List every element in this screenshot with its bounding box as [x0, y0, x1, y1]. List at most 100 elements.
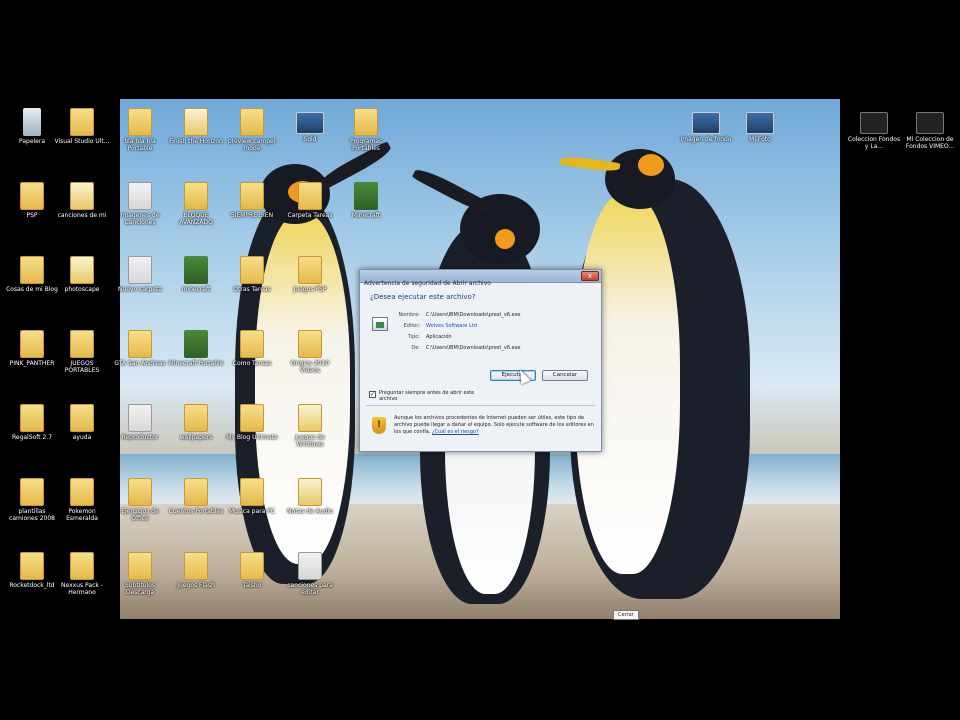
desktop-icon-subtitulos-descarga[interactable]: Subtitulos Descarga	[110, 548, 170, 608]
folder-icon	[70, 330, 94, 358]
folder-icon	[240, 256, 264, 284]
folder-doc-icon	[70, 256, 94, 284]
folder-icon	[240, 478, 264, 506]
desktop-icon-label: preview camper mode	[227, 138, 277, 152]
redico-icon	[128, 404, 152, 432]
desktop-icon-canciones-de-mi[interactable]: canciones de mi	[52, 178, 112, 238]
folder-icon	[240, 330, 264, 358]
desktop-icon-bloque-avanzado[interactable]: BLOQUE AVANZADO	[166, 178, 226, 238]
desktop-icon-label: Pokemon Esmeralda	[66, 508, 98, 522]
folder-doc-icon	[70, 182, 94, 210]
desktop-icon-sold[interactable]: Sold	[280, 108, 340, 168]
folder-icon	[128, 330, 152, 358]
always-ask-checkbox[interactable]: ✓	[369, 391, 376, 398]
desktop-icon-label: Coleccion Fondos y La...	[847, 136, 901, 150]
desktop-icon-visual-studio-ult[interactable]: Visual Studio Ult...	[52, 104, 112, 164]
folder-icon	[184, 182, 208, 210]
desktop-icon-otras-tareas[interactable]: Otras Tareas	[222, 252, 282, 312]
desktop-icon-label: Ejercicios de Office	[121, 508, 159, 522]
desktop-icon-juegos-de-windows[interactable]: Juegos de Windows	[280, 400, 340, 460]
desktop-icon-notas-de-audio[interactable]: Notas de Audio	[280, 474, 340, 534]
desktop-icon-gta-san-andreas[interactable]: GTA San Andreas	[110, 326, 170, 386]
redico-icon	[128, 256, 152, 284]
publisher-link[interactable]: Wolves Software Ltd	[426, 323, 477, 329]
dialog-title: Advertencia de seguridad de Abrir archiv…	[364, 280, 491, 287]
desktop-icon-nuevo-carpeta[interactable]: Nuevo carpeta	[110, 252, 170, 312]
desktop-icon-carpeta-tareas[interactable]: Carpeta Tareas	[280, 178, 340, 238]
desktop-icon-label: canciones para editar	[287, 582, 333, 596]
desktop-icon-label: Origins 2010 Videos	[290, 360, 330, 374]
dialog-row-publisher: Editor: Wolves Software Ltd	[403, 323, 477, 329]
folder-icon	[70, 108, 94, 136]
folder-icon	[184, 404, 208, 432]
dialog-separator	[366, 405, 595, 406]
desktop-icon-minecraft[interactable]: Minecraft	[336, 178, 396, 238]
security-warning-dialog[interactable]: Advertencia de seguridad de Abrir archiv…	[359, 269, 602, 452]
folder-icon	[20, 404, 44, 432]
close-icon[interactable]: x	[581, 271, 599, 281]
desktop-icon-label: Juegos PSP	[293, 286, 327, 293]
desktop-icon-siempre-bien[interactable]: SIEMPRE BIEN	[222, 178, 282, 238]
photo-icon	[692, 112, 720, 134]
desktop-icon-mi-coleccion-de-fondos-vimeo[interactable]: Mi Coleccion de Fondos VIMEO...	[900, 108, 960, 168]
desktop-icon-label: Mi Coleccion de Fondos VIMEO...	[905, 136, 955, 150]
desktop-icon-origins-2010-videos[interactable]: Origins 2010 Videos	[280, 326, 340, 386]
shield-warning-icon: !	[372, 417, 386, 434]
desktop-icon-nexxus-pack-hermano[interactable]: Nexxus Pack - Hermano	[52, 548, 112, 608]
folder-icon	[298, 182, 322, 210]
desktop-icon-photoscape[interactable]: photoscape	[52, 252, 112, 312]
dialog-titlebar[interactable]: Advertencia de seguridad de Abrir archiv…	[360, 270, 601, 287]
desktop-icon-programas-portables[interactable]: Programas Portables	[336, 104, 396, 164]
desktop-icon-taisho[interactable]: Taisho	[222, 548, 282, 608]
desktop-icon-label: Nuevo carpeta	[117, 286, 163, 293]
desktop-icon-juegos-psp[interactable]: Juegos PSP	[280, 252, 340, 312]
penguin-right-cheek	[638, 154, 664, 176]
desktop-icon-minecraft[interactable]: minecraft	[166, 252, 226, 312]
recycle-icon	[23, 108, 41, 136]
desktop-icon-preview-camper-mode[interactable]: preview camper mode	[222, 104, 282, 164]
cancel-button[interactable]: Cancelar	[542, 370, 588, 381]
desktop-icon-label: Minecraft	[351, 212, 381, 219]
photo-icon	[746, 112, 774, 134]
desktop-icon-my-blog-ultimate[interactable]: My Blog Ultimate	[222, 400, 282, 460]
desktop-icon-ejercicios-de-office[interactable]: Ejercicios de Office	[110, 474, 170, 534]
desktop-icon-label: Imagen de fondo	[680, 136, 732, 143]
always-ask-label: Preguntar siempre antes de abrir este ar…	[379, 390, 475, 402]
desktop-icon-musica-para-pc[interactable]: Musica para PC	[222, 474, 282, 534]
desktop-icon-bla-bla-bla-portable[interactable]: bla bla bla Portable	[110, 104, 170, 164]
desktop-icon-label: Carpeta Tareas	[287, 212, 333, 219]
desktop-icon-label: SIEMPRE BIEN	[230, 212, 274, 219]
appico-icon	[184, 256, 208, 284]
desktop-icon-label: wallpapers	[179, 434, 213, 441]
desktop-icon-como-tareas[interactable]: Como Tareas	[222, 326, 282, 386]
folder-icon	[20, 552, 44, 580]
desktop-icon-label: Mi Foto	[749, 136, 771, 143]
folder-icon	[70, 478, 94, 506]
film-icon	[916, 112, 944, 134]
desktop-icon-pokemon-esmeralda[interactable]: Pokemon Esmeralda	[52, 474, 112, 534]
dialog-question: ¿Desea ejecutar este archivo?	[370, 293, 476, 301]
desktop-icon-label: Programas Portables	[349, 138, 383, 152]
desktop-icon-reproductor[interactable]: Reproductor	[110, 400, 170, 460]
desktop-icon-canciones-para-editar[interactable]: canciones para editar	[280, 548, 340, 608]
desktop-icon-imagen-de-fondo[interactable]: Imagen de fondo	[676, 108, 736, 168]
desktop-icon-coleccion-fondos-y-la[interactable]: Coleccion Fondos y La...	[844, 108, 904, 168]
risk-link[interactable]: ¿Cuál es el riesgo?	[432, 429, 479, 435]
desktop-icon-wallpapers[interactable]: wallpapers	[166, 400, 226, 460]
desktop-icon-finish-the-horizon[interactable]: Finish the Horizon	[166, 104, 226, 164]
desktop-icon-cuentos-portables[interactable]: Cuentos Portables	[166, 474, 226, 534]
desktop-icon-imagenes-de-canciones[interactable]: Imagenes de Canciones	[110, 178, 170, 238]
folder-icon	[298, 256, 322, 284]
desktop-icon-label: ayuda	[72, 434, 92, 441]
desktop-icon-label: Reproductor	[121, 434, 159, 441]
desktop-icon-ayuda[interactable]: ayuda	[52, 400, 112, 460]
desktop-icon-juegos-flash[interactable]: Juegos Flash	[166, 548, 226, 608]
desktop-icon-label: Juegos de Windows	[295, 434, 325, 448]
desktop-icon-minecraft-portable[interactable]: Minecraft Portable	[166, 326, 226, 386]
folder-doc-icon	[298, 478, 322, 506]
desktop-icon-mi-foto[interactable]: Mi Foto	[730, 108, 790, 168]
folder-doc-icon	[184, 108, 208, 136]
desktop-icon-juegos-portables[interactable]: JUEGOS PORTABLES	[52, 326, 112, 386]
desktop-icon-label: Musica para PC	[229, 508, 275, 515]
desktop-icon-label: Notas de Audio	[287, 508, 333, 515]
